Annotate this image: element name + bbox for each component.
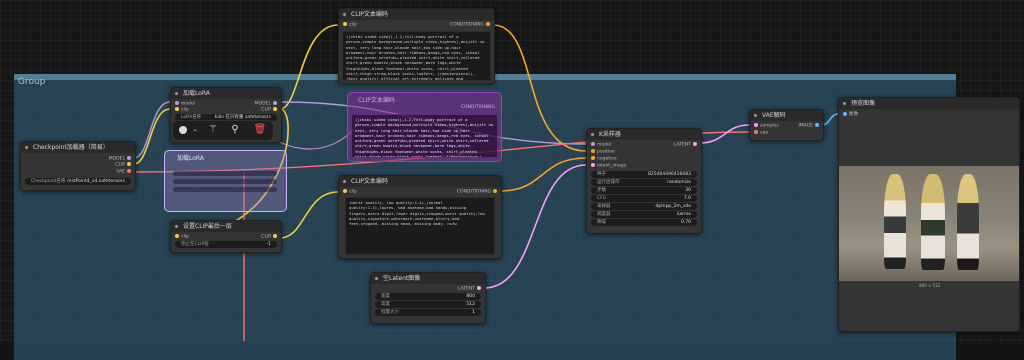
preview-image[interactable] [839, 166, 1019, 281]
output-slot-model[interactable]: MODEL [109, 156, 133, 162]
ghost-widget [173, 179, 277, 184]
pin-icon[interactable]: ⚲ [228, 123, 242, 137]
node-toolbar[interactable]: ⌄ ⚚ ⚲ 🗑 [172, 120, 274, 141]
sampler-select[interactable]: 采样器 dpmpp_2m_sde [591, 203, 697, 210]
collapse-dot-icon[interactable] [754, 114, 757, 117]
character-figure [884, 174, 906, 269]
wand-icon[interactable]: ⚚ [206, 123, 220, 137]
output-slot-model[interactable]: MODEL [255, 101, 279, 107]
output-slot-conditioning[interactable]: CONDITIONING [450, 22, 492, 28]
prompt-textarea[interactable]: ((chibi sided view)),1.2,full-body portr… [342, 31, 491, 81]
input-slot-samples[interactable]: samples [752, 123, 779, 129]
collapse-dot-icon[interactable] [343, 13, 346, 16]
collapse-dot-icon[interactable] [591, 133, 594, 136]
input-slot-clip[interactable]: clip [173, 234, 189, 240]
chevron-down-icon[interactable]: ⌄ [188, 123, 202, 137]
collapse-dot-icon[interactable] [175, 225, 178, 228]
ghost-node-title: CLIP文本编码 [358, 97, 395, 104]
input-slot-clip[interactable]: clip [341, 22, 357, 28]
ghost-widget [173, 171, 277, 176]
steps-stepper[interactable]: 步数 30 [591, 187, 697, 194]
clip-text-encode-ghost-node[interactable]: CLIP文本编码 CONDITIONING ((chibi sided view… [347, 92, 502, 162]
output-slot-conditioning[interactable]: CONDITIONING [457, 189, 499, 195]
image-size-label: 800 × 512 [919, 283, 941, 288]
node-title: CLIP文本编码 [351, 178, 388, 185]
cfg-stepper[interactable]: CFG 7.0 [591, 195, 697, 202]
lora-loader-ghost-node[interactable]: 加载LoRA [164, 150, 287, 212]
checkpoint-name-select[interactable]: Checkpoint名称 midPoint4_v4.safetensors [25, 178, 131, 185]
ghost-widget [173, 187, 277, 192]
ghost-output-label: CONDITIONING [460, 105, 495, 110]
input-slot-image[interactable]: 图像 [841, 111, 858, 117]
output-slot-clip[interactable]: CLIP [261, 107, 279, 113]
node-title: 预览图像 [851, 100, 876, 107]
character-figure [957, 174, 979, 270]
node-title: 加载LoRA [183, 90, 210, 97]
ksampler-node[interactable]: K采样器 model positive negative latent_imag… [586, 128, 702, 234]
node-title: CLIP文本编码 [351, 11, 388, 18]
input-slot-latent-image[interactable]: latent_image [589, 163, 626, 169]
image-wire [821, 113, 839, 126]
clip-wire [279, 191, 339, 239]
ghost-node-title: 加载LoRA [177, 155, 204, 162]
batch-size-stepper[interactable]: 批量大小 1 [375, 309, 481, 316]
input-slot-clip[interactable]: clip [173, 107, 189, 113]
clip-set-last-layer-node[interactable]: 设置CLIP最后一层 clip CLIP 停止在CLIP层 -1 [170, 220, 282, 253]
node-graph-canvas[interactable]: Group CLIP文本编码 clip CONDITIONING ((chibi… [0, 0, 1024, 360]
input-slot-model[interactable]: model [589, 142, 611, 148]
clip-text-encode-positive-node[interactable]: CLIP文本编码 clip CONDITIONING ((chibi sided… [338, 8, 495, 84]
control-after-generate-select[interactable]: 运行后操作 randomize [591, 179, 697, 186]
clip-wire [279, 24, 339, 110]
output-slot-clip[interactable]: CLIP [261, 234, 279, 240]
input-slot-negative[interactable]: negative [589, 156, 617, 162]
input-slot-positive[interactable]: positive [589, 149, 615, 155]
output-slot-image[interactable]: IMAGE [798, 123, 821, 129]
collapse-dot-icon[interactable] [175, 92, 178, 95]
width-stepper[interactable]: 宽度 800 [375, 293, 481, 300]
seed-stepper[interactable]: 种子 825404496416083 [591, 171, 697, 178]
latent-wire [699, 124, 750, 144]
collapse-dot-icon[interactable] [375, 277, 378, 280]
input-slot-vae[interactable]: vae [752, 130, 768, 136]
denoise-stepper[interactable]: 降噪 0.70 [591, 219, 697, 226]
node-title: 空Latent图像 [383, 275, 421, 282]
output-slot-vae[interactable]: VAE [116, 169, 133, 175]
empty-latent-image-node[interactable]: 空Latent图像 LATENT 宽度 800 高度 512 批量大小 1 [370, 272, 486, 324]
character-figure [921, 174, 945, 270]
collapse-dot-icon[interactable] [25, 146, 28, 149]
input-slot-model[interactable]: model [173, 101, 195, 107]
trash-icon[interactable]: 🗑 [253, 123, 267, 137]
node-title: 设置CLIP最后一层 [183, 223, 232, 230]
negative-prompt-textarea[interactable]: (worst quality, low quality:1.4),(normal… [345, 197, 495, 255]
vae-decode-node[interactable]: VAE解码 samples vae IMAGE [749, 109, 824, 141]
stop-at-clip-layer-stepper[interactable]: 停止在CLIP层 -1 [175, 241, 277, 248]
input-slot-clip[interactable]: clip [341, 189, 357, 195]
output-slot-latent[interactable]: LATENT [458, 286, 483, 292]
clip-text-encode-negative-node[interactable]: CLIP文本编码 clip CONDITIONING (worst qualit… [338, 175, 502, 259]
conditioning-wire [499, 157, 587, 192]
node-title: Checkpoint加载器（简易） [33, 144, 109, 151]
ghost-prompt-textarea: ((chibi sided view)),1.2,full-body portr… [351, 114, 498, 158]
height-stepper[interactable]: 高度 512 [375, 301, 481, 308]
node-title: VAE解码 [762, 112, 786, 119]
output-slot-latent[interactable]: LATENT [674, 142, 699, 148]
output-slot-clip[interactable]: CLIP [115, 162, 133, 168]
node-title: K采样器 [599, 131, 621, 138]
preview-image-node[interactable]: 预览图像 图像 800 × 512 [838, 97, 1020, 332]
checkpoint-loader-node[interactable]: Checkpoint加载器（简易） MODEL CLIP VAE Checkpo… [20, 141, 136, 191]
collapse-dot-icon[interactable] [843, 102, 846, 105]
conditioning-wire [492, 24, 587, 152]
collapse-dot-icon[interactable] [343, 180, 346, 183]
scheduler-select[interactable]: 调度器 karras [591, 211, 697, 218]
